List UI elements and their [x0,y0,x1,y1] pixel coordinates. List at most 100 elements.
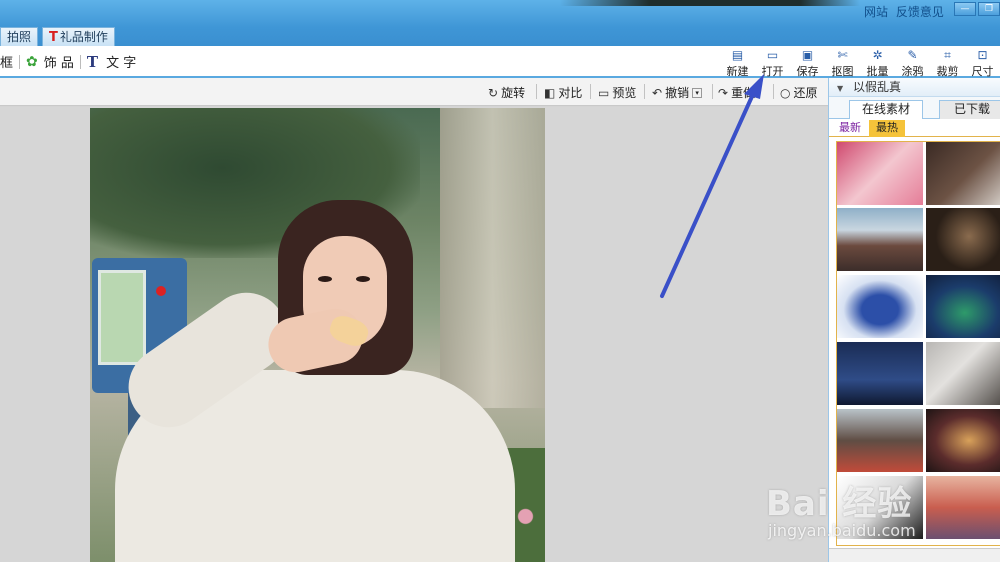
rotate-button[interactable]: ↻ 旋转 [488,84,525,101]
redo-button[interactable]: ↷ 重做 [718,84,755,101]
edit-toolbar: ↻ 旋转 ◧ 对比 ▭ 预览 ↶ 撤销 ▾ ↷ 重做 ○ 还原 [0,78,828,106]
open-folder-icon: ▭ [766,48,779,62]
compare-button[interactable]: ◧ 对比 [544,84,582,101]
thumb-1[interactable] [837,142,923,205]
minimize-icon[interactable]: — [954,2,976,16]
open-button[interactable]: ▭ 打开 [755,48,790,78]
panel-title: 以假乱真 [852,80,901,94]
tab-downloaded[interactable]: 已下载 [939,100,1000,119]
resize-icon: ⊡ [977,48,988,62]
meter-light [156,286,166,296]
site-link[interactable]: 网站 [864,5,888,19]
preview-label: 预览 [612,86,637,100]
tab-gift[interactable]: T 礼品制作 [42,27,115,46]
thumb-5[interactable] [837,275,923,338]
gift-t-icon: T [49,29,58,45]
restore-circle-icon: ○ [780,85,791,100]
preview-button[interactable]: ▭ 预览 [598,84,636,101]
open-label: 打开 [761,65,784,78]
edited-photo[interactable] [90,108,545,562]
restore-button[interactable]: ○ 还原 [780,84,818,101]
watermark-url: jingyan.baidu.com [768,521,916,540]
graffiti-icon: ✎ [907,48,918,62]
crop-icon: ⌗ [944,48,951,62]
cutout-button[interactable]: ✄ 抠图 [825,48,860,78]
undo-label: 撤销 [665,86,690,100]
compare-label: 对比 [558,86,583,100]
undo-dropdown-icon[interactable]: ▾ [692,87,703,98]
toolbar-right: ▤ 新建 ▭ 打开 ▣ 保存 ✄ 抠图 ✲ 批量 ✎ 涂鸦 ⌗ 裁剪 ⊡ 尺寸 [720,48,1000,78]
meter-screen [98,270,146,365]
thumb-8[interactable] [926,342,1000,405]
top-links: 网站 反馈意见 [864,3,948,20]
rotate-icon: ↻ [488,85,499,100]
tab-hottest[interactable]: 最热 [869,120,905,137]
photo-eye-right [356,276,370,282]
rotate-label: 旋转 [501,86,526,100]
thumb-7[interactable] [837,342,923,405]
compare-icon: ◧ [544,85,556,100]
sort-tabs: 最新 最热 [829,119,1000,137]
thumb-2[interactable] [926,142,1000,205]
restore-label: 还原 [793,86,818,100]
cutout-icon: ✄ [837,48,848,62]
subbar-divider [644,84,645,99]
new-file-icon: ▤ [731,48,744,62]
toolbar-divider [79,54,81,69]
text-button[interactable]: 文 字 [106,52,136,71]
subbar-divider [712,84,713,99]
graffiti-button[interactable]: ✎ 涂鸦 [895,48,930,78]
tab-photo-label: 拍照 [7,29,32,44]
batch-gear-icon: ✲ [872,48,883,62]
main-toolbar: 框 ✿ 饰 品 T 文 字 ▤ 新建 ▭ 打开 ▣ 保存 ✄ 抠图 ✲ 批量 ✎ [0,46,1000,78]
undo-icon: ↶ [652,85,663,100]
toolbar-left: 框 ✿ 饰 品 T 文 字 [0,52,136,72]
photo-bg-building [440,108,545,408]
batch-button[interactable]: ✲ 批量 [860,48,895,78]
cutout-label: 抠图 [831,65,854,78]
title-bar: 网站 反馈意见 — ❐ 拍照 T 礼品制作 [0,0,1000,46]
restore-window-icon[interactable]: ❐ [978,2,1000,16]
module-tabs: 拍照 T 礼品制作 [0,27,119,46]
toolbar-divider [19,54,21,69]
thumb-6[interactable] [926,275,1000,338]
thumb-9[interactable] [837,409,923,472]
panel-footer [829,548,1000,562]
thumb-4[interactable] [926,208,1000,271]
thumb-10[interactable] [926,409,1000,472]
title-bar-dark-strip [560,0,860,6]
source-tabs: 在线素材 已下载 [829,97,1000,119]
redo-icon: ↷ [718,85,729,100]
tab-photo[interactable]: 拍照 [0,27,39,46]
subbar-divider [590,84,591,99]
frame-button[interactable]: 框 [0,52,13,71]
batch-label: 批量 [866,65,889,78]
save-label: 保存 [796,65,819,78]
tab-gift-label: 礼品制作 [59,29,108,44]
graffiti-label: 涂鸦 [901,65,924,78]
crop-button[interactable]: ⌗ 裁剪 [930,48,965,78]
tab-newest[interactable]: 最新 [835,120,865,137]
baidu-watermark: Bai 经验 jingyan.baidu.com [766,476,996,546]
subbar-divider [773,84,774,99]
crop-label: 裁剪 [936,65,959,78]
new-button[interactable]: ▤ 新建 [720,48,755,78]
redo-label: 重做 [731,86,756,100]
panel-header[interactable]: ▼ 以假乱真 [829,78,1000,97]
undo-button[interactable]: ↶ 撤销 ▾ [652,84,703,101]
collapse-triangle-icon: ▼ [837,84,844,93]
resize-label: 尺寸 [971,65,994,78]
subbar-divider [536,84,537,99]
feedback-link[interactable]: 反馈意见 [896,5,944,19]
preview-icon: ▭ [598,85,610,100]
save-button[interactable]: ▣ 保存 [790,48,825,78]
thumb-3[interactable] [837,208,923,271]
ornament-icon: ✿ [26,53,38,70]
resize-button[interactable]: ⊡ 尺寸 [965,48,1000,78]
photo-eye-left [318,276,332,282]
watermark-logo: Bai 经验 [766,484,913,524]
ornament-button[interactable]: 饰 品 [44,52,74,71]
save-disk-icon: ▣ [801,48,814,62]
new-label: 新建 [726,65,749,78]
tab-online-materials[interactable]: 在线素材 [849,100,923,119]
